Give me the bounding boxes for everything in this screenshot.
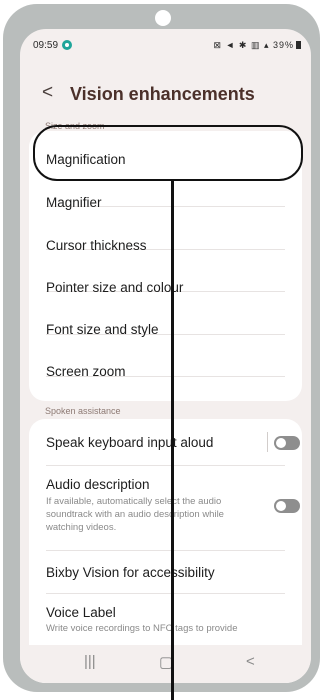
- front-camera: [155, 10, 171, 26]
- item-label: Speak keyboard input aloud: [46, 435, 214, 450]
- item-label: Voice Label: [46, 605, 116, 620]
- nav-back-button[interactable]: <: [246, 653, 255, 670]
- list-item-pointer-size[interactable]: Pointer size and colour: [29, 262, 302, 304]
- item-description: If available, automatically select the a…: [46, 496, 224, 533]
- list-item-cursor-thickness[interactable]: Cursor thickness: [29, 219, 302, 261]
- item-label: Magnifier: [46, 195, 102, 210]
- list-item-screen-zoom[interactable]: Screen zoom: [29, 347, 302, 401]
- audio-description-toggle[interactable]: [274, 499, 300, 513]
- recents-button[interactable]: |||: [84, 653, 96, 670]
- section-label-spoken: Spoken assistance: [45, 406, 121, 416]
- status-bar: 09:59 ⊠ ◄ ✱ ▥ ▴ 39%: [20, 29, 311, 63]
- list-item-speak-keyboard[interactable]: Speak keyboard input aloud: [29, 419, 302, 465]
- item-label: Cursor thickness: [46, 238, 147, 253]
- status-icons-glyphs: ⊠ ◄ ✱ ▥ ▴ 39%: [213, 40, 294, 50]
- notification-app-icon: [62, 40, 72, 50]
- speak-keyboard-toggle[interactable]: [274, 436, 300, 450]
- list-item-bixby-vision[interactable]: Bixby Vision for accessibility: [29, 551, 302, 593]
- list-item-audio-description[interactable]: Audio description If available, automati…: [29, 466, 302, 550]
- item-label: Bixby Vision for accessibility: [46, 565, 215, 580]
- annotation-pointer-line: [171, 181, 174, 700]
- back-button[interactable]: <: [42, 81, 53, 105]
- phone-frame: 09:59 ⊠ ◄ ✱ ▥ ▴ 39% < Vision enhancement…: [3, 4, 320, 692]
- item-description: Write voice recordings to NFC tags to pr…: [46, 623, 238, 634]
- item-label: Screen zoom: [46, 364, 126, 379]
- magnification-highlight-outline: [33, 125, 303, 181]
- page-title: Vision enhancements: [70, 84, 255, 104]
- status-icons: ⊠ ◄ ✱ ▥ ▴ 39%: [213, 40, 301, 51]
- list-item-magnifier[interactable]: Magnifier: [29, 176, 302, 218]
- page-header: < Vision enhancements: [20, 81, 311, 111]
- list-item-font-size[interactable]: Font size and style: [29, 305, 302, 347]
- spoken-assistance-card: Speak keyboard input aloud Audio descrip…: [29, 419, 302, 683]
- item-label: Pointer size and colour: [46, 280, 184, 295]
- item-label: Font size and style: [46, 322, 159, 337]
- item-label: Audio description: [46, 477, 150, 492]
- status-time: 09:59: [33, 40, 59, 51]
- vertical-separator: [267, 432, 268, 452]
- battery-icon: [296, 41, 301, 49]
- navigation-bar: ||| ▢ <: [20, 645, 311, 683]
